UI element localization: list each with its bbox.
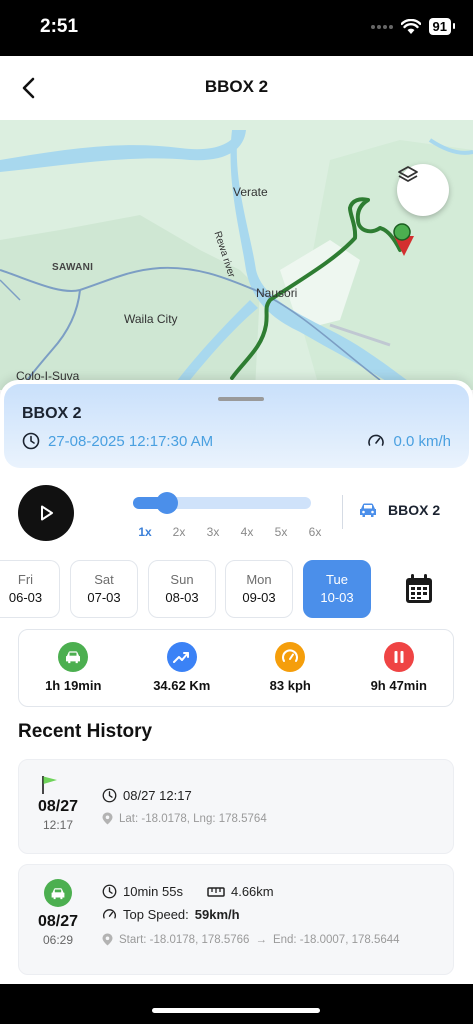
play-button[interactable]	[18, 485, 74, 541]
speed-text: 0.0 km/h	[393, 432, 451, 450]
stat-value: 1h 19min	[45, 678, 102, 693]
stat-distance: 34.62 Km	[128, 630, 237, 706]
calendar-icon	[406, 574, 432, 603]
stat-drive-time: 1h 19min	[19, 630, 128, 706]
clock-icon	[102, 788, 117, 803]
playback-slider[interactable]	[133, 492, 311, 514]
vehicle-info-card: BBOX 2 27-08-2025 12:17:30 AM 0.0 km/h	[4, 384, 469, 468]
date-value: 06-03	[8, 590, 43, 605]
layers-icon	[398, 166, 418, 182]
vehicle-selector-label: BBOX 2	[388, 502, 441, 518]
route-end: End: -18.0007, 178.5644	[272, 933, 400, 946]
app-header: BBOX 2	[0, 56, 473, 120]
history-duration: 10min 55s	[123, 884, 183, 899]
top-speed-label: Top Speed:	[123, 907, 189, 922]
stat-value: 34.62 Km	[153, 678, 211, 693]
date-dow: Sun	[170, 572, 194, 587]
map-pin-icon	[393, 223, 414, 256]
vehicle-selector[interactable]: BBOX 2	[358, 502, 440, 518]
route-start: Start: -18.0178, 178.5766	[119, 933, 250, 946]
datetime-text: 27-08-2025 12:17:30 AM	[48, 432, 214, 450]
history-date: 08/27	[37, 798, 79, 815]
speed-option[interactable]: 2x	[162, 525, 196, 539]
speedometer-icon	[103, 909, 116, 919]
drag-handle[interactable]	[218, 397, 264, 401]
history-item[interactable]: 08/27 12:17 08/27 12:17 Lat: -18.0178, L…	[18, 759, 454, 854]
datetime-display: 27-08-2025 12:17:30 AM	[22, 432, 213, 450]
map-label-waila-city: Waila City	[124, 312, 178, 326]
car-icon	[360, 503, 376, 517]
car-icon	[58, 642, 89, 672]
date-dow: Mon	[246, 572, 272, 587]
date-dow: Sat	[94, 572, 114, 587]
calendar-button[interactable]	[404, 573, 434, 605]
date-value: 07-03	[87, 590, 121, 605]
date-dow: Fri	[17, 572, 34, 587]
recent-history-title: Recent History	[18, 721, 153, 742]
history-time: 12:17	[42, 818, 74, 832]
speedometer-icon	[368, 434, 385, 446]
map-layers-button[interactable]	[397, 164, 449, 216]
home-indicator[interactable]	[152, 1008, 320, 1013]
bottom-sheet: BBOX 2 27-08-2025 12:17:30 AM 0.0 km/h 1…	[0, 380, 473, 984]
pause-icon	[383, 642, 414, 672]
signal-icon	[370, 24, 393, 29]
history-date: 08/27	[37, 913, 79, 930]
map-label-verate: Verate	[233, 185, 268, 199]
date-value: 09-03	[242, 590, 276, 605]
play-icon	[41, 505, 53, 521]
stat-value: 83 kph	[269, 678, 311, 693]
date-card-selected[interactable]: Tue 10-03	[303, 560, 371, 618]
map-label-sawani: SAWANI	[52, 262, 94, 273]
speed-options: 1x 2x 3x 4x 5x 6x	[128, 525, 332, 539]
location-pin-icon	[102, 933, 113, 946]
clock-icon	[102, 884, 117, 899]
speed-option[interactable]: 5x	[264, 525, 298, 539]
speedometer-icon	[275, 642, 306, 672]
speed-option[interactable]: 6x	[298, 525, 332, 539]
route-arrow: →	[255, 933, 267, 946]
battery-indicator: 91	[428, 18, 456, 35]
date-dow: Tue	[326, 572, 348, 587]
date-card[interactable]: Sat 07-03	[70, 560, 138, 618]
location-pin-icon	[102, 812, 113, 825]
status-indicators: 91	[370, 18, 456, 35]
date-selector: Fri 06-03 Sat 07-03 Sun 08-03 Mon 09-03 …	[0, 560, 473, 618]
date-value: 10-03	[320, 590, 354, 605]
date-card[interactable]: Sun 08-03	[148, 560, 216, 618]
vehicle-name: BBOX 2	[22, 405, 82, 422]
trip-stats: 1h 19min 34.62 Km 83 kph 9h 47min	[18, 629, 454, 707]
slider-thumb[interactable]	[156, 492, 178, 514]
route-map[interactable]: Verate Rewa river SAWANI Nausori Waila C…	[0, 120, 473, 390]
history-time: 06:29	[42, 933, 74, 947]
map-label-nausori: Nausori	[256, 286, 298, 300]
divider	[342, 495, 343, 529]
flag-icon	[42, 776, 57, 794]
history-timestamp: 08/27 12:17	[123, 788, 192, 803]
history-location: Lat: -18.0178, Lng: 178.5764	[119, 812, 267, 825]
stat-value: 9h 47min	[370, 678, 427, 693]
speed-display: 0.0 km/h	[367, 432, 451, 450]
speed-option[interactable]: 3x	[196, 525, 230, 539]
history-item[interactable]: 08/27 06:29 10min 55s 4.66km Top Speed: …	[18, 864, 454, 975]
clock-icon	[22, 432, 40, 450]
page-title: BBOX 2	[204, 77, 269, 96]
speed-option[interactable]: 4x	[230, 525, 264, 539]
stat-top-speed: 83 kph	[236, 630, 345, 706]
date-card[interactable]: Fri 06-03	[0, 560, 60, 618]
home-bar	[0, 984, 473, 1024]
history-distance: 4.66km	[230, 884, 274, 899]
speed-option[interactable]: 1x	[128, 525, 162, 539]
date-card[interactable]: Mon 09-03	[225, 560, 293, 618]
status-time: 2:51	[40, 16, 79, 37]
ruler-icon	[207, 886, 225, 897]
stat-idle-time: 9h 47min	[345, 630, 454, 706]
car-icon	[44, 879, 72, 907]
top-speed-value: 59km/h	[194, 907, 240, 922]
trending-up-icon	[166, 642, 197, 672]
wifi-icon	[400, 18, 421, 34]
date-value: 08-03	[165, 590, 199, 605]
status-bar: 2:51 91	[0, 0, 473, 56]
